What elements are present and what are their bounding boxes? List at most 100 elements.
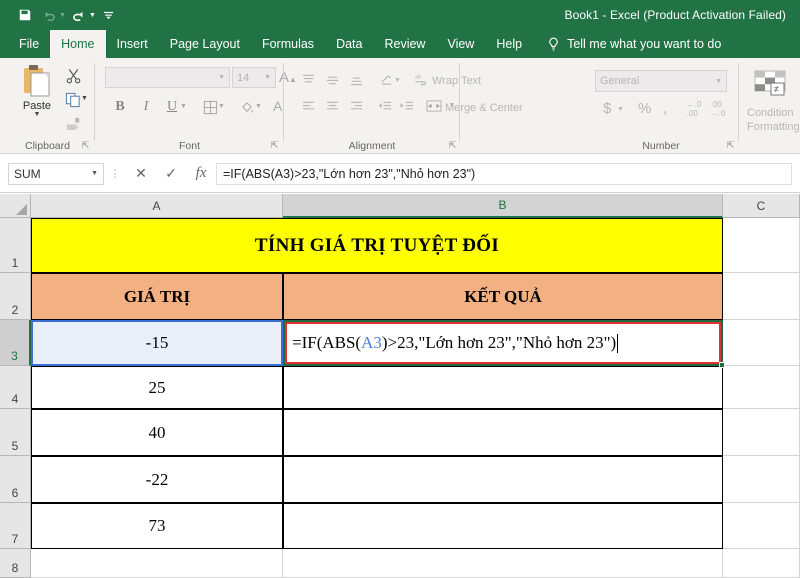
comma-format-button[interactable]: , xyxy=(663,100,667,117)
tell-me-search[interactable]: Tell me what you want to do xyxy=(533,30,721,58)
font-size-input[interactable]: 14 ▼ xyxy=(232,67,276,88)
row-header-4[interactable]: 4 xyxy=(0,366,31,409)
borders-dropdown-icon[interactable]: ▼ xyxy=(218,103,225,110)
align-center-button[interactable] xyxy=(322,97,342,115)
font-name-dropdown-icon[interactable]: ▼ xyxy=(218,74,225,81)
bold-button[interactable]: B xyxy=(109,96,131,118)
cell-C4[interactable] xyxy=(723,366,800,409)
fill-color-dropdown-icon[interactable]: ▼ xyxy=(255,103,262,110)
cell-B7[interactable] xyxy=(283,503,723,549)
font-color-icon[interactable]: A xyxy=(273,98,282,114)
save-icon[interactable] xyxy=(14,4,36,26)
increase-decimal-button[interactable]: ←.0.00 xyxy=(683,99,705,119)
redo-icon[interactable] xyxy=(68,4,90,26)
tab-page-layout[interactable]: Page Layout xyxy=(159,30,251,58)
cell-A5[interactable]: 40 xyxy=(31,409,283,456)
cell-C5[interactable] xyxy=(723,409,800,456)
cell-A6[interactable]: -22 xyxy=(31,456,283,503)
tab-help[interactable]: Help xyxy=(485,30,533,58)
cell-C6[interactable] xyxy=(723,456,800,503)
formula-input[interactable]: =IF(ABS(A3)>23,"Lớn hơn 23","Nhỏ hơn 23"… xyxy=(216,162,792,185)
cell-A1-B1-title[interactable]: TÍNH GIÁ TRỊ TUYỆT ĐỐI xyxy=(31,218,723,273)
row-header-3[interactable]: 3 xyxy=(0,320,31,366)
alignment-dialog-launcher[interactable]: ⇱ xyxy=(447,140,458,151)
currency-format-button[interactable]: $ xyxy=(603,100,611,117)
wrap-text-label[interactable]: Wrap Text xyxy=(432,75,481,87)
cut-button[interactable] xyxy=(62,65,84,86)
row-header-8[interactable]: 8 xyxy=(0,549,31,578)
paste-button[interactable]: Paste ▼ xyxy=(14,63,60,118)
number-format-select[interactable]: General ▼ xyxy=(595,70,727,92)
tab-insert[interactable]: Insert xyxy=(106,30,159,58)
font-size-dropdown-icon[interactable]: ▼ xyxy=(264,74,271,81)
cell-B4[interactable] xyxy=(283,366,723,409)
name-box[interactable]: SUM ▼ xyxy=(8,162,104,185)
cell-B2-header[interactable]: KẾT QUẢ xyxy=(283,273,723,320)
cell-A3[interactable]: -15 xyxy=(31,320,283,366)
insert-function-button[interactable]: fx xyxy=(186,162,216,186)
clipboard-dialog-launcher[interactable]: ⇱ xyxy=(80,140,91,151)
number-dialog-launcher[interactable]: ⇱ xyxy=(725,140,736,151)
font-dialog-launcher[interactable]: ⇱ xyxy=(269,140,280,151)
cell-A8[interactable] xyxy=(31,549,283,578)
cell-C8[interactable] xyxy=(723,549,800,578)
cancel-formula-button[interactable]: ✕ xyxy=(126,162,156,186)
paste-dropdown-icon[interactable]: ▼ xyxy=(14,111,60,118)
tab-view[interactable]: View xyxy=(436,30,485,58)
align-middle-button[interactable] xyxy=(322,70,342,88)
currency-dropdown-icon[interactable]: ▼ xyxy=(617,106,624,113)
underline-dropdown-icon[interactable]: ▼ xyxy=(180,103,187,110)
orientation-button[interactable] xyxy=(376,70,396,88)
cell-B6[interactable] xyxy=(283,456,723,503)
cell-C1[interactable] xyxy=(723,218,800,273)
align-right-button[interactable] xyxy=(346,97,366,115)
percent-format-button[interactable]: % xyxy=(638,100,651,117)
merge-center-icon[interactable] xyxy=(424,97,444,115)
cell-B5[interactable] xyxy=(283,409,723,456)
decrease-indent-button[interactable] xyxy=(374,97,394,115)
column-header-b[interactable]: B xyxy=(283,194,723,218)
tab-formulas[interactable]: Formulas xyxy=(251,30,325,58)
decrease-decimal-button[interactable]: .00 →.0 xyxy=(707,99,729,119)
row-header-7[interactable]: 7 xyxy=(0,503,31,549)
redo-dropdown-icon[interactable]: ▼ xyxy=(89,12,96,19)
align-left-button[interactable] xyxy=(298,97,318,115)
cell-C7[interactable] xyxy=(723,503,800,549)
cell-B3-editing[interactable]: =IF(ABS(A3)>23,"Lớn hơn 23","Nhỏ hơn 23"… xyxy=(285,322,721,364)
row-header-1[interactable]: 1 xyxy=(0,218,31,273)
column-header-c[interactable]: C xyxy=(723,194,800,218)
cell-A7[interactable]: 73 xyxy=(31,503,283,549)
tab-review[interactable]: Review xyxy=(373,30,436,58)
cell-C2[interactable] xyxy=(723,273,800,320)
undo-dropdown-icon[interactable]: ▼ xyxy=(59,12,66,19)
row-header-2[interactable]: 2 xyxy=(0,273,31,320)
row-header-5[interactable]: 5 xyxy=(0,409,31,456)
tab-file[interactable]: File xyxy=(8,30,50,58)
undo-icon[interactable] xyxy=(38,4,60,26)
align-top-button[interactable] xyxy=(298,70,318,88)
cell-A2-header[interactable]: GIÁ TRỊ xyxy=(31,273,283,320)
row-header-6[interactable]: 6 xyxy=(0,456,31,503)
increase-indent-button[interactable] xyxy=(396,97,416,115)
merge-center-label[interactable]: Merge & Center xyxy=(445,102,523,114)
wrap-text-icon[interactable]: ab xyxy=(412,70,430,88)
font-name-input[interactable]: ▼ xyxy=(105,67,230,88)
cell-B8[interactable] xyxy=(283,549,723,578)
select-all-button[interactable] xyxy=(0,194,31,218)
number-format-dropdown-icon[interactable]: ▼ xyxy=(715,78,722,85)
column-header-a[interactable]: A xyxy=(31,194,283,218)
name-box-dropdown-icon[interactable]: ▼ xyxy=(91,170,98,177)
orientation-dropdown-icon[interactable]: ▼ xyxy=(394,77,401,84)
cell-A4[interactable]: 25 xyxy=(31,366,283,409)
cell-C3[interactable] xyxy=(723,320,800,366)
merge-center-dropdown-icon[interactable]: ▼ xyxy=(448,102,455,109)
customize-qat-icon[interactable] xyxy=(98,4,120,26)
tab-data[interactable]: Data xyxy=(325,30,373,58)
tab-home[interactable]: Home xyxy=(50,30,106,58)
copy-dropdown-icon[interactable]: ▼ xyxy=(81,95,88,102)
fill-handle[interactable] xyxy=(719,362,725,368)
italic-button[interactable]: I xyxy=(135,96,157,118)
conditional-formatting-button[interactable]: ≠ xyxy=(752,68,788,100)
enter-formula-button[interactable]: ✓ xyxy=(156,162,186,186)
format-painter-button[interactable] xyxy=(62,113,84,134)
